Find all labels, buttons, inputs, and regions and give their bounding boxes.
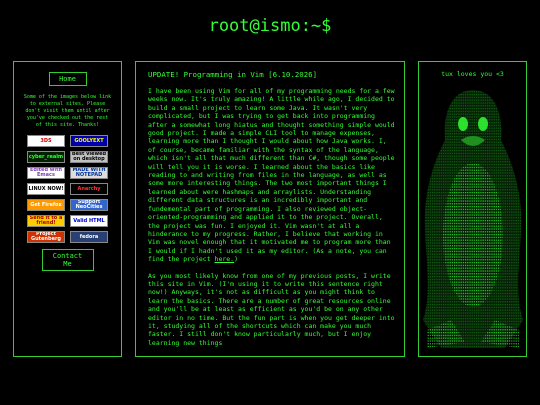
site-badge[interactable]: Send it to a friend! <box>27 215 65 227</box>
external-links-notice: Some of the images below link to externa… <box>23 94 112 128</box>
post-paragraph-text: I have been using Vim for all of my prog… <box>148 87 395 264</box>
post-paragraph-end: ) <box>234 255 239 264</box>
site-badge[interactable]: cyber_realm <box>27 151 65 163</box>
home-button[interactable]: Home <box>48 72 87 86</box>
site-badge[interactable]: Edited with Emacs <box>27 167 65 179</box>
site-badge[interactable]: Best viewed on desktop <box>70 151 108 163</box>
badge-grid: 3DS GOOLYEXT cyber_realm Best viewed on des… <box>14 135 121 243</box>
site-badge[interactable]: 3DS <box>27 135 65 147</box>
site-badge[interactable]: Get Firefox <box>27 199 65 211</box>
tux-panel: tux loves you <3 <box>418 61 527 357</box>
post-paragraph: As you most likely know from one of my p… <box>148 271 395 347</box>
site-badge[interactable]: fedora <box>70 231 108 243</box>
site-title: root@ismo:~$ <box>208 16 332 36</box>
site-badge[interactable]: MADE WITH NOTEPAD <box>70 167 108 179</box>
blog-post: UPDATE! Programming in Vim [6.10.2026] I… <box>135 61 405 357</box>
site-badge[interactable]: Valid HTML <box>70 215 108 227</box>
post-title: UPDATE! Programming in Vim [6.10.2026] <box>148 70 318 79</box>
site-badge[interactable]: Anarchy <box>70 183 108 195</box>
site-badge[interactable]: Project Gutenberg <box>27 231 65 243</box>
tux-ascii-art-icon <box>423 90 523 348</box>
site-badge[interactable]: Support NeoCities <box>70 199 108 211</box>
tux-caption: tux loves you <3 <box>441 70 504 78</box>
project-link[interactable]: here. <box>215 255 235 263</box>
post-body: I have been using Vim for all of my prog… <box>148 87 396 347</box>
post-paragraph: I have been using Vim for all of my prog… <box>148 87 396 264</box>
site-badge[interactable]: GOOLYEXT <box>70 135 108 147</box>
sidebar: Home Some of the images below link to ex… <box>13 61 122 357</box>
site-badge[interactable]: LINUX NOW! <box>27 183 65 195</box>
contact-button[interactable]: Contact Me <box>41 249 94 271</box>
